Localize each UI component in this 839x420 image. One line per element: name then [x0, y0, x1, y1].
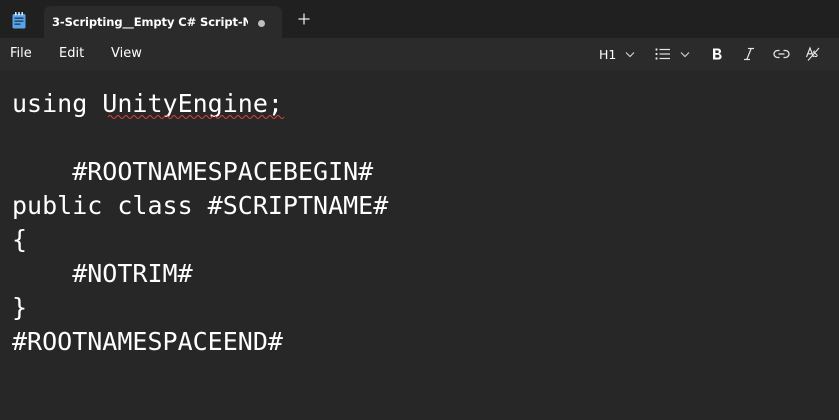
link-button[interactable] — [773, 44, 790, 64]
heading-label: H1 — [599, 46, 617, 62]
code-line-6: #NOTRIM# — [12, 259, 193, 288]
menu-file[interactable]: File — [10, 46, 32, 61]
list-dropdown[interactable] — [655, 44, 690, 64]
code-line-4: public class #SCRIPTNAME# — [12, 191, 389, 220]
clear-formatting-icon — [805, 46, 820, 61]
italic-icon — [744, 47, 754, 61]
heading-dropdown[interactable]: H1 — [599, 44, 635, 64]
notepad-icon — [12, 12, 26, 29]
plus-icon[interactable] — [296, 11, 312, 27]
code-line-5: { — [12, 225, 28, 254]
text-editor[interactable]: using UnityEngine; #ROOTNAMESPACEBEGIN# … — [0, 70, 839, 420]
chevron-down-icon — [680, 51, 690, 57]
tab-document[interactable]: 3-Scripting__Empty C# Script-NewI — [44, 6, 282, 38]
menu-edit[interactable]: Edit — [59, 46, 84, 61]
menu-bar: File Edit View H1 — [0, 38, 839, 70]
notepad-window: 3-Scripting__Empty C# Script-NewI File E… — [0, 0, 839, 420]
chevron-down-icon — [625, 51, 635, 57]
unsaved-dot-icon[interactable] — [258, 20, 265, 27]
clear-formatting-button[interactable] — [805, 44, 821, 64]
code-line-7: } — [12, 293, 28, 322]
list-icon — [655, 48, 670, 60]
code-line-3: #ROOTNAMESPACEBEGIN# — [12, 157, 374, 186]
bold-button[interactable] — [711, 44, 723, 64]
link-icon — [773, 49, 790, 59]
spellcheck-underline — [108, 115, 285, 119]
code-line-8: #ROOTNAMESPACEEND# — [12, 327, 283, 356]
tab-bar: 3-Scripting__Empty C# Script-NewI — [0, 0, 839, 38]
tab-title: 3-Scripting__Empty C# Script-NewI — [52, 15, 248, 29]
bold-icon — [713, 48, 722, 60]
menu-view[interactable]: View — [111, 46, 142, 61]
italic-button[interactable] — [743, 44, 755, 64]
